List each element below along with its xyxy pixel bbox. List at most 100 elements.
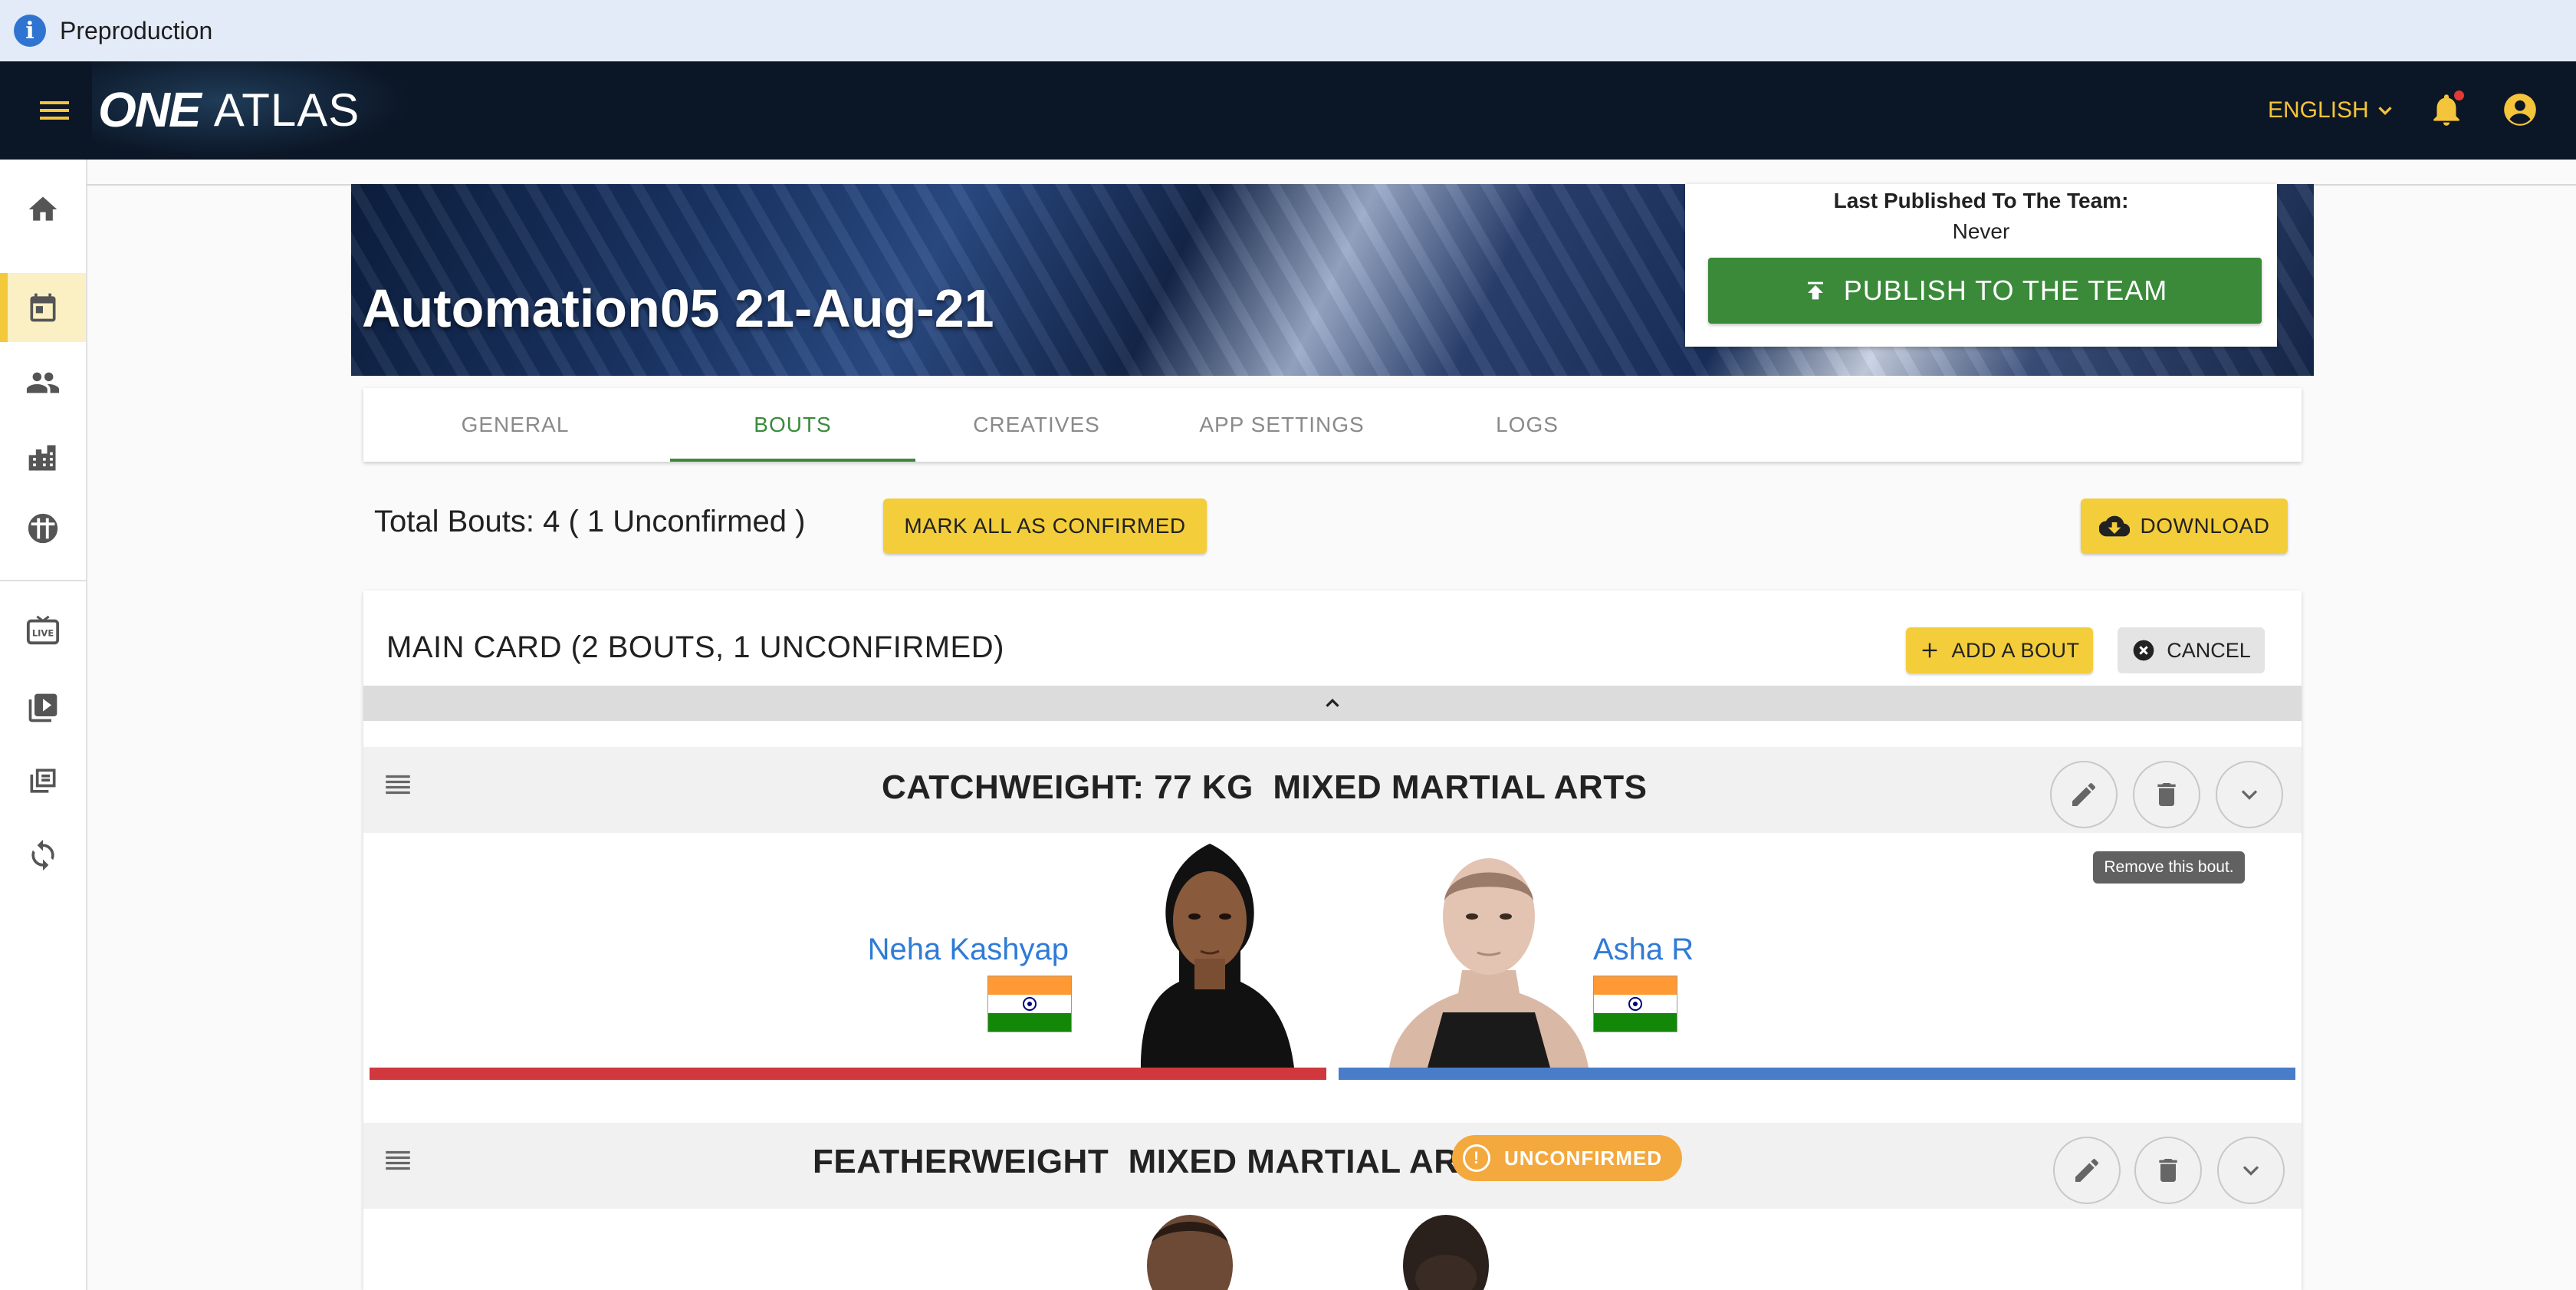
language-selector[interactable]: ENGLISH — [2268, 95, 2397, 126]
fighter-photo — [1147, 1215, 1233, 1290]
environment-banner: i Preproduction — [0, 0, 2576, 61]
sidebar-item-athletes[interactable] — [0, 348, 86, 417]
edit-bout-button[interactable] — [2050, 761, 2118, 828]
red-corner-fighter[interactable] — [370, 1212, 1326, 1290]
people-icon — [25, 365, 61, 400]
fighter-name[interactable]: Neha Kashyap — [868, 933, 1069, 967]
fighter-name[interactable]: Asha R — [1593, 933, 1694, 967]
india-flag-icon — [1593, 976, 1677, 1032]
expand-bout-button[interactable] — [2217, 1137, 2285, 1204]
language-label: ENGLISH — [2268, 97, 2369, 123]
blue-corner-fighter[interactable] — [1339, 1212, 2295, 1290]
add-bout-label: ADD A BOUT — [1951, 638, 2080, 662]
cancel-button[interactable]: CANCEL — [2118, 627, 2265, 673]
sidebar-item-collections[interactable] — [0, 747, 86, 816]
event-tabs: GENERAL BOUTS CREATIVES APP SETTINGS LOG… — [363, 388, 2302, 462]
building-icon — [26, 441, 60, 475]
logo-atlas-text: ATLAS — [213, 84, 360, 136]
sidebar-item-organizations[interactable] — [0, 494, 86, 563]
delete-bout-button[interactable] — [2134, 1137, 2202, 1204]
sidebar: LIVE — [0, 160, 87, 1290]
red-corner-fighter[interactable]: Neha Kashyap — [370, 836, 1326, 1080]
unconfirmed-badge: ! UNCONFIRMED — [1452, 1135, 1682, 1181]
total-bouts-summary: Total Bouts: 4 ( 1 Unconfirmed ) — [374, 505, 806, 538]
tab-app-settings[interactable]: APP SETTINGS — [1159, 388, 1405, 462]
video-library-icon — [26, 691, 60, 725]
trash-icon — [2151, 779, 2182, 810]
event-title: Automation05 21-Aug-21 — [362, 278, 994, 338]
sidebar-item-events[interactable] — [0, 273, 86, 342]
menu-icon[interactable] — [37, 95, 72, 126]
delete-bout-button[interactable] — [2133, 761, 2200, 828]
app-logo[interactable]: ONE ATLAS — [98, 77, 360, 143]
collapse-section-bar[interactable] — [363, 686, 2302, 721]
mark-all-confirmed-button[interactable]: MARK ALL AS CONFIRMED — [883, 499, 1207, 554]
trash-icon — [2153, 1155, 2183, 1186]
sidebar-item-videos[interactable] — [0, 673, 86, 742]
sidebar-item-live[interactable]: LIVE — [0, 597, 86, 666]
svg-text:LIVE: LIVE — [32, 628, 54, 639]
close-circle-icon — [2131, 638, 2167, 663]
shield-icon — [25, 511, 61, 546]
pencil-icon — [2068, 779, 2099, 810]
expand-bout-button[interactable] — [2216, 761, 2283, 828]
upload-icon — [1802, 278, 1844, 304]
sidebar-item-sync[interactable] — [0, 821, 86, 890]
chevron-up-icon — [1321, 692, 1344, 715]
sidebar-item-home[interactable] — [0, 175, 86, 244]
red-corner-bar — [370, 1068, 1326, 1080]
bout-title: CATCHWEIGHT: 77 KG MIXED MARTIAL ARTS — [882, 768, 1647, 807]
notification-dot — [2454, 90, 2464, 100]
main-card-title: MAIN CARD (2 BOUTS, 1 UNCONFIRMED) — [386, 630, 1004, 664]
drag-handle-icon[interactable] — [382, 1144, 414, 1176]
edit-bout-button[interactable] — [2053, 1137, 2121, 1204]
fighter-photo — [1141, 844, 1294, 1068]
plus-icon — [1919, 640, 1951, 661]
blue-corner-bar — [1339, 1068, 2295, 1080]
tab-bouts[interactable]: BOUTS — [670, 388, 915, 462]
tab-general[interactable]: GENERAL — [393, 388, 638, 462]
discipline: MIXED MARTIAL ARTS — [1128, 1143, 1503, 1180]
add-bout-button[interactable]: ADD A BOUT — [1906, 627, 2093, 673]
weight-class: CATCHWEIGHT: 77 KG — [882, 768, 1254, 806]
live-tv-icon: LIVE — [25, 614, 61, 649]
bout-header: CATCHWEIGHT: 77 KG MIXED MARTIAL ARTS — [363, 747, 2302, 833]
home-icon — [26, 193, 60, 226]
chevron-down-icon — [2369, 99, 2397, 122]
pencil-icon — [2072, 1155, 2102, 1186]
india-flag-icon — [987, 976, 1072, 1032]
logo-one-text: ONE — [98, 82, 202, 137]
cancel-label: CANCEL — [2167, 638, 2251, 662]
discipline: MIXED MARTIAL ARTS — [1273, 768, 1648, 806]
bout-title: FEATHERWEIGHT MIXED MARTIAL ARTS — [813, 1143, 1503, 1181]
tab-creatives[interactable]: CREATIVES — [914, 388, 1159, 462]
drag-handle-icon[interactable] — [382, 768, 414, 801]
last-published-value: Never — [1952, 219, 2010, 243]
chevron-down-icon — [2237, 1157, 2265, 1184]
publish-button-label: PUBLISH TO THE TEAM — [1843, 275, 2168, 306]
alert-icon: ! — [1463, 1144, 1490, 1172]
account-icon[interactable] — [2501, 90, 2539, 129]
download-label: DOWNLOAD — [2140, 514, 2270, 538]
download-button[interactable]: DOWNLOAD — [2081, 499, 2288, 554]
delete-tooltip: Remove this bout. — [2093, 851, 2245, 884]
fighter-photo — [1403, 1215, 1489, 1290]
fighter-photo — [1389, 858, 1589, 1068]
bell-icon[interactable] — [2427, 90, 2466, 129]
cloud-download-icon — [2098, 511, 2141, 541]
sidebar-item-venues[interactable] — [0, 423, 86, 492]
collections-icon — [26, 765, 60, 798]
environment-label: Preproduction — [60, 16, 213, 44]
weight-class: FEATHERWEIGHT — [813, 1143, 1109, 1180]
top-navigation-bar: ONE ATLAS ENGLISH — [0, 61, 2576, 160]
tab-logs[interactable]: LOGS — [1405, 388, 1650, 462]
status-label: UNCONFIRMED — [1504, 1146, 1662, 1170]
last-published-label: Last Published To The Team: — [1833, 189, 2129, 212]
calendar-icon — [26, 291, 60, 324]
info-icon: i — [14, 15, 46, 47]
chevron-down-icon — [2236, 781, 2263, 808]
publish-panel: Last Published To The Team: Never PUBLIS… — [1685, 184, 2277, 347]
bout-header: FEATHERWEIGHT MIXED MARTIAL ARTS ! UNCON… — [363, 1123, 2302, 1209]
sync-icon — [26, 838, 60, 872]
publish-to-team-button[interactable]: PUBLISH TO THE TEAM — [1708, 258, 2262, 324]
